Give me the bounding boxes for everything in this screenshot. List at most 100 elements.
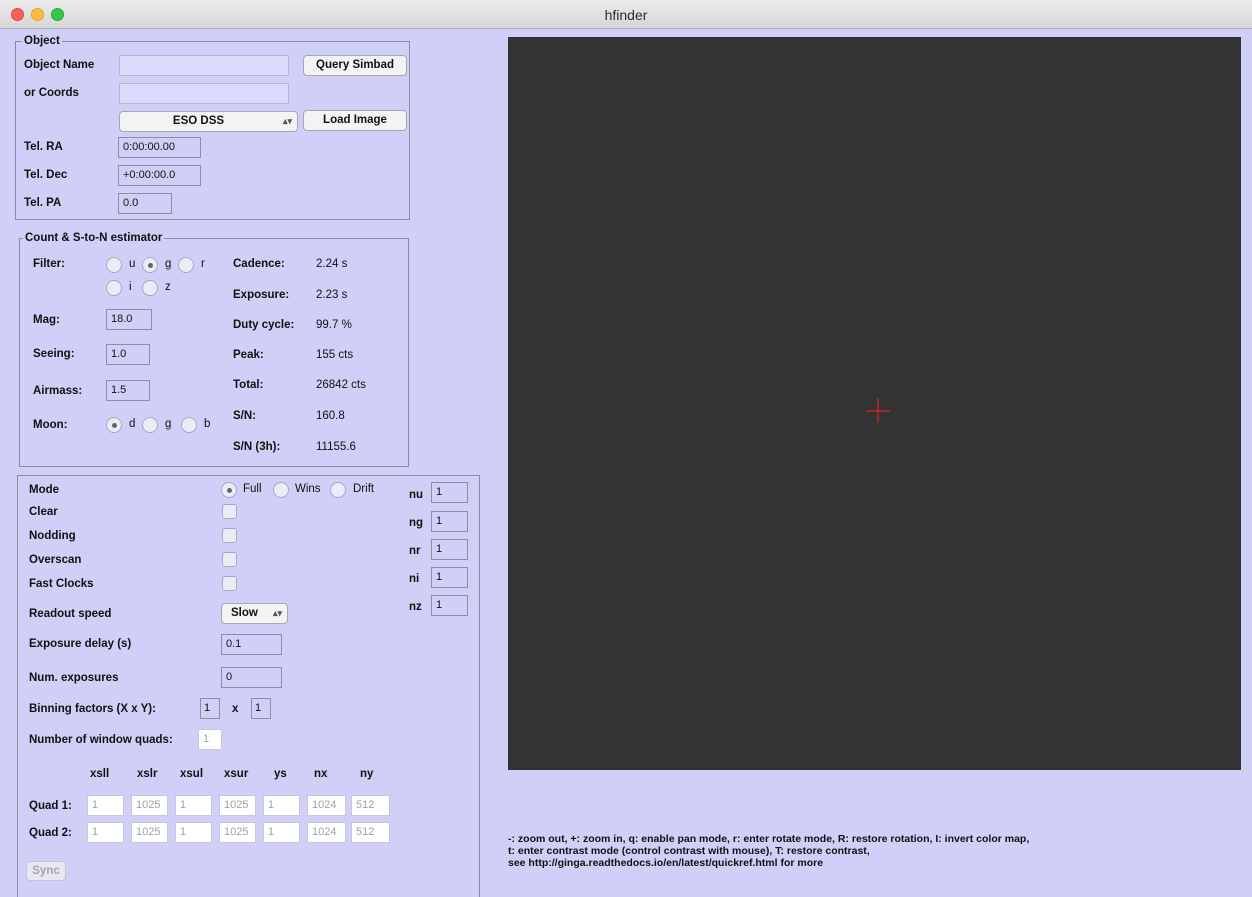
ng-input[interactable]: 1 [431,511,468,532]
filter-i-radio[interactable] [106,280,122,296]
total-label: Total: [233,379,264,391]
quad-1-xslr-input[interactable]: 1025 [131,795,168,816]
num-window-quads-input[interactable]: 1 [198,729,222,750]
ni-input[interactable]: 1 [431,567,468,588]
help-line: see http://ginga.readthedocs.io/en/lates… [508,857,824,869]
mode-drift-radio[interactable] [330,482,346,498]
image-viewer[interactable] [508,37,1241,770]
quad-2-ny-input[interactable]: 512 [351,822,390,843]
help-line: -: zoom out, +: zoom in, q: enable pan m… [508,833,1030,845]
sync-button[interactable]: Sync [26,861,66,881]
mode-drift-label: Drift [353,483,375,495]
moon-g-radio[interactable] [142,417,158,433]
quad-1-xsul-input[interactable]: 1 [175,795,212,816]
coords-label: or Coords [24,87,79,99]
mag-label: Mag: [33,314,60,326]
nodding-label: Nodding [29,530,76,542]
tel-dec-input[interactable]: +0:00:00.0 [118,165,201,186]
exposure-value: 2.23 s [316,289,348,301]
quad-2-xsul-input[interactable]: 1 [175,822,212,843]
quad-2-ys-input[interactable]: 1 [263,822,300,843]
filter-i-label: i [129,281,132,293]
quad-2-xslr-input[interactable]: 1025 [131,822,168,843]
readout-speed-label: Readout speed [29,608,112,620]
quad-1-xsur-input[interactable]: 1025 [219,795,256,816]
cadence-label: Cadence: [233,258,285,270]
quad-1-nx-input[interactable]: 1024 [307,795,346,816]
object-name-input[interactable] [119,55,289,76]
num-exposures-input[interactable]: 0 [221,667,282,688]
cadence-value: 2.24 s [316,258,348,270]
peak-label: Peak: [233,349,264,361]
quad-header-ys: ys [274,768,287,780]
quad-1-ny-input[interactable]: 512 [351,795,390,816]
mag-input[interactable]: 18.0 [106,309,152,330]
quad-2-xsur-input[interactable]: 1025 [219,822,256,843]
moon-b-radio[interactable] [181,417,197,433]
nz-input[interactable]: 1 [431,595,468,616]
mode-full-radio[interactable] [221,482,237,498]
overscan-checkbox[interactable] [222,552,237,567]
nu-label: nu [409,489,424,501]
tel-dec-label: Tel. Dec [24,169,68,181]
filter-g-radio[interactable] [142,257,158,273]
num-window-quads-label: Number of window quads: [29,734,173,746]
quad-2-xsll-input[interactable]: 1 [87,822,124,843]
quad-1-ys-input[interactable]: 1 [263,795,300,816]
coords-input[interactable] [119,83,289,104]
binning-x-separator: x [232,703,239,715]
seeing-input[interactable]: 1.0 [106,344,150,365]
sn-label: S/N: [233,410,256,422]
filter-z-radio[interactable] [142,280,158,296]
filter-z-label: z [165,281,171,293]
nr-label: nr [409,545,421,557]
fast-clocks-label: Fast Clocks [29,578,94,590]
title-bar: hfinder [0,0,1252,29]
query-simbad-button[interactable]: Query Simbad [303,55,407,76]
airmass-input[interactable]: 1.5 [106,380,150,401]
airmass-label: Airmass: [33,385,83,397]
clear-checkbox[interactable] [222,504,237,519]
filter-r-radio[interactable] [178,257,194,273]
quad-header-xsll: xsll [90,768,110,780]
moon-g-label: g [165,418,172,430]
seeing-label: Seeing: [33,348,75,360]
moon-d-radio[interactable] [106,417,122,433]
nodding-checkbox[interactable] [222,528,237,543]
tel-ra-input[interactable]: 0:00:00.00 [118,137,201,158]
filter-g-label: g [165,258,172,270]
estimator-legend: Count & S-to-N estimator [23,232,165,244]
survey-select[interactable]: ESO DSS ▴▾ [119,111,298,132]
exposure-delay-label: Exposure delay (s) [29,638,132,650]
bin-x-input[interactable]: 1 [200,698,220,719]
sn-3h-label: S/N (3h): [233,441,281,453]
duty-cycle-value: 99.7 % [316,319,352,331]
filter-u-radio[interactable] [106,257,122,273]
quad-2-label: Quad 2: [29,827,72,839]
mode-wins-radio[interactable] [273,482,289,498]
load-image-button[interactable]: Load Image [303,110,407,131]
sn-3h-value: 11155.6 [316,441,356,453]
quad-header-xsur: xsur [224,768,249,780]
tel-pa-input[interactable]: 0.0 [118,193,172,214]
exposure-delay-input[interactable]: 0.1 [221,634,282,655]
select-arrows-icon: ▴▾ [272,608,282,618]
help-line: t: enter contrast mode (control contrast… [508,845,870,857]
binning-label: Binning factors (X x Y): [29,703,156,715]
nu-input[interactable]: 1 [431,482,468,503]
bin-y-input[interactable]: 1 [251,698,271,719]
readout-speed-value: Slow [231,607,258,619]
nz-label: nz [409,601,422,613]
quad-1-xsll-input[interactable]: 1 [87,795,124,816]
filter-label: Filter: [33,258,65,270]
nr-input[interactable]: 1 [431,539,468,560]
fast-clocks-checkbox[interactable] [222,576,237,591]
readout-speed-select[interactable]: Slow ▴▾ [221,603,288,624]
object-legend: Object [22,35,62,47]
quad-1-label: Quad 1: [29,800,72,812]
quad-header-xsul: xsul [180,768,204,780]
quad-2-nx-input[interactable]: 1024 [307,822,346,843]
moon-d-label: d [129,418,136,430]
quad-header-nx: nx [314,768,328,780]
tel-pa-label: Tel. PA [24,197,62,209]
